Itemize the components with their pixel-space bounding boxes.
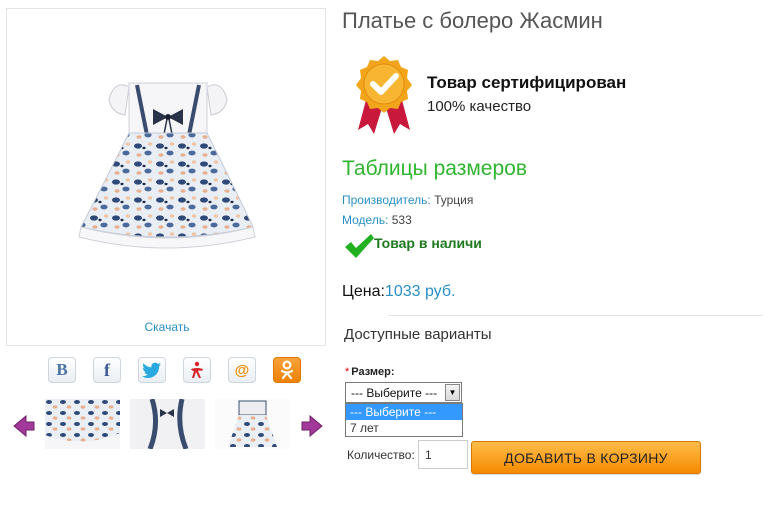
size-label-text: Размер: <box>351 366 395 378</box>
add-to-cart-button[interactable]: ДОБАВИТЬ В КОРЗИНУ <box>471 441 701 474</box>
moikrug-icon[interactable] <box>183 357 211 383</box>
product-dress-image[interactable] <box>67 69 267 255</box>
product-thumbnail-1[interactable] <box>45 399 120 449</box>
price-value: 1033 руб. <box>384 283 456 300</box>
thumbnails-prev-arrow[interactable] <box>12 415 36 437</box>
price-label: Цена: <box>342 283 385 300</box>
model-value: 533 <box>391 213 412 227</box>
size-dropdown-list: --- Выберите --- 7 лет <box>345 403 463 437</box>
size-table-link[interactable]: Таблицы размеров <box>342 157 527 181</box>
product-thumbnail-3[interactable] <box>215 399 290 449</box>
odnoklassniki-icon[interactable] <box>273 357 301 383</box>
divider <box>388 315 763 316</box>
required-mark: * <box>345 366 350 378</box>
facebook-icon[interactable]: f <box>93 357 121 383</box>
manufacturer-line: Производитель: Турция <box>342 193 473 207</box>
price-line: Цена:1033 руб. <box>342 283 455 301</box>
size-select[interactable]: --- Выберите --- ▼ <box>345 382 462 403</box>
size-option-label: * Размер: <box>345 366 395 378</box>
certified-subtitle: 100% качество <box>427 98 532 115</box>
quantity-label: Количество: <box>347 448 415 462</box>
size-option-choose[interactable]: --- Выберите --- <box>346 404 462 420</box>
size-select-value: --- Выберите --- <box>351 386 438 400</box>
stock-status: Товар в наличи <box>374 235 482 251</box>
product-title: Платье с болеро Жасмин <box>342 8 603 33</box>
twitter-icon[interactable] <box>138 357 166 383</box>
certified-title: Товар сертифицирован <box>427 73 627 92</box>
mailru-icon[interactable]: @ <box>228 357 256 383</box>
quantity-input[interactable] <box>418 440 468 469</box>
product-thumbnail-2[interactable] <box>130 399 205 449</box>
model-label: Модель: <box>342 213 389 227</box>
size-option-7-years[interactable]: 7 лет <box>346 420 462 436</box>
manufacturer-label[interactable]: Производитель: <box>342 193 431 207</box>
manufacturer-value: Турция <box>434 193 474 207</box>
certified-badge-icon <box>356 56 412 134</box>
social-share-bar: B f @ <box>48 357 302 385</box>
vk-icon[interactable]: B <box>48 357 76 383</box>
thumbnails-next-arrow[interactable] <box>300 415 324 437</box>
in-stock-checkmark-icon <box>345 234 374 258</box>
main-product-image-box[interactable]: Скачать <box>6 8 326 346</box>
chevron-down-icon[interactable]: ▼ <box>445 384 460 401</box>
download-link[interactable]: Скачать <box>7 320 327 334</box>
variants-title: Доступные варианты <box>344 326 492 343</box>
model-line: Модель: 533 <box>342 213 412 227</box>
